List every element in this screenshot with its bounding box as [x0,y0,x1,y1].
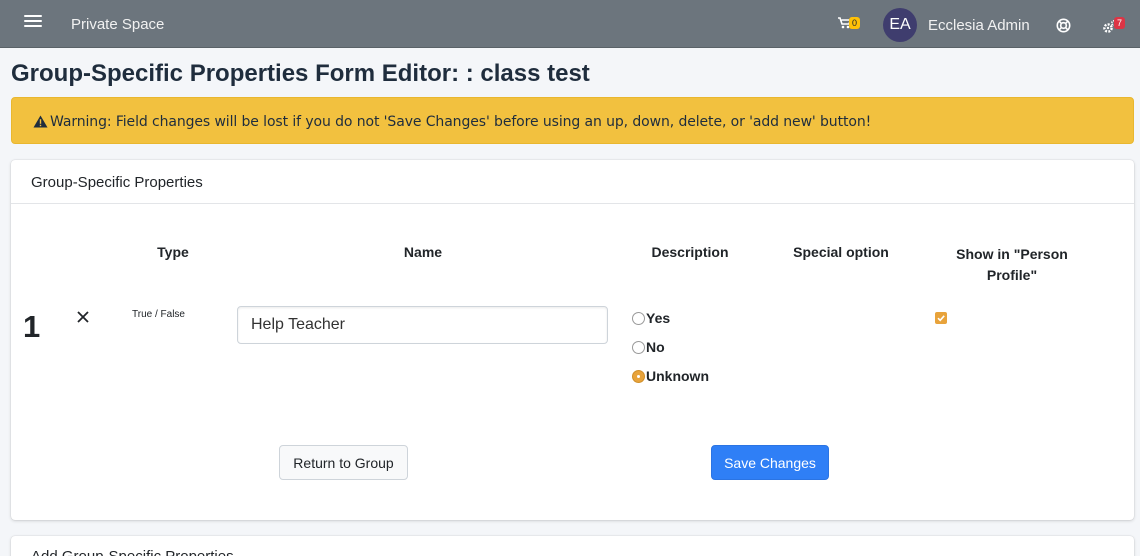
warning-triangle-icon [33,115,48,128]
radio-option-yes[interactable]: Yes [632,310,670,326]
delete-field-icon[interactable] [76,310,90,324]
radio-button[interactable] [632,340,645,354]
radio-label: Unknown [646,368,709,384]
hamburger-menu-icon[interactable] [24,15,42,33]
save-changes-button[interactable]: Save Changes [711,445,829,480]
header-special-option: Special option [793,244,889,260]
settings-button[interactable]: 7 [1102,17,1132,35]
return-to-group-button[interactable]: Return to Group [279,445,408,480]
cart-button[interactable]: 0 [838,16,864,34]
checkmark-icon [937,315,945,322]
radio-option-no[interactable]: No [632,339,665,355]
row-number: 1 [23,309,41,344]
field-name-input[interactable] [237,306,608,344]
nav-brand[interactable]: Private Space [71,16,164,33]
card-title: Group-Specific Properties [31,174,203,191]
radio-button[interactable] [632,311,645,325]
field-type: True / False [132,309,185,320]
radio-label: No [646,339,665,355]
radio-button-selected[interactable] [632,369,645,383]
top-navbar: Private Space 0 EA Ecclesia Admin 7 [0,0,1140,48]
header-type: Type [157,244,189,260]
warning-text: Warning: Field changes will be lost if y… [50,114,872,130]
header-show-in-profile: Show in "Person Profile" [956,246,1068,283]
page-title: Group-Specific Properties Form Editor: :… [11,60,590,87]
header-description: Description [651,244,729,260]
header-name: Name [403,244,443,260]
show-in-profile-checkbox[interactable] [935,312,947,324]
user-avatar[interactable]: EA [883,8,917,42]
add-properties-title: Add Group-Specific Properties [31,548,234,556]
radio-label: Yes [646,310,671,326]
cart-count-badge: 0 [849,17,861,29]
radio-option-unknown[interactable]: Unknown [632,368,709,384]
card-header: Group-Specific Properties [11,160,1134,204]
user-name-link[interactable]: Ecclesia Admin [928,17,1030,34]
add-properties-card: Add Group-Specific Properties [11,536,1134,556]
warning-alert: Warning: Field changes will be lost if y… [11,97,1134,144]
settings-badge: 7 [1114,17,1126,29]
help-lifebuoy-icon[interactable] [1056,18,1071,33]
